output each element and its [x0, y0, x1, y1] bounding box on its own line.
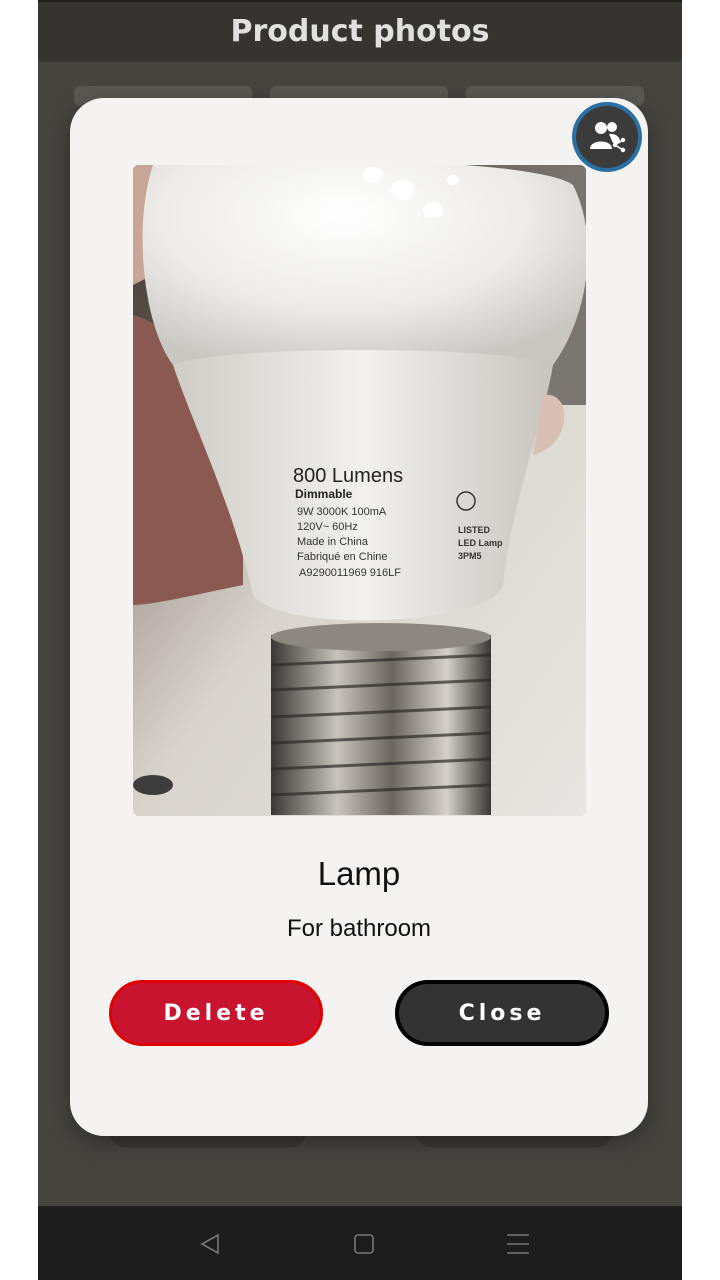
- product-description: For bathroom: [286, 915, 432, 942]
- photo-label-text: 120V~ 60Hz: [297, 521, 358, 533]
- photo-label-text: Dimmable: [295, 487, 353, 501]
- photo-label-text: LED Lamp: [458, 538, 503, 548]
- delete-button[interactable]: Delete: [109, 980, 323, 1046]
- product-name: Lamp: [317, 855, 401, 892]
- page-title: Product photos: [230, 14, 490, 49]
- back-triangle-icon[interactable]: [190, 1224, 230, 1264]
- photo-label-text: A9290011969 916LF: [299, 567, 401, 579]
- people-share-icon: [576, 106, 638, 168]
- photo-label-text: Made in China: [297, 536, 369, 548]
- app-header: Product photos: [38, 0, 682, 62]
- photo-label-text: 3PM5: [458, 551, 482, 561]
- photo-label-text: Fabriqué en Chine: [297, 551, 388, 563]
- system-nav-bar: [38, 1206, 682, 1280]
- photo-label-text: LISTED: [458, 525, 491, 535]
- home-square-icon[interactable]: [344, 1224, 384, 1264]
- share-button[interactable]: [572, 102, 642, 172]
- product-photo: 800 Lumens Dimmable 9W 3000K 100mA 120V~…: [133, 165, 586, 816]
- close-button[interactable]: Close: [395, 980, 609, 1046]
- photo-label-text: 800 Lumens: [293, 465, 403, 487]
- menu-lines-icon[interactable]: [498, 1224, 538, 1264]
- photo-label-text: 9W 3000K 100mA: [297, 506, 387, 518]
